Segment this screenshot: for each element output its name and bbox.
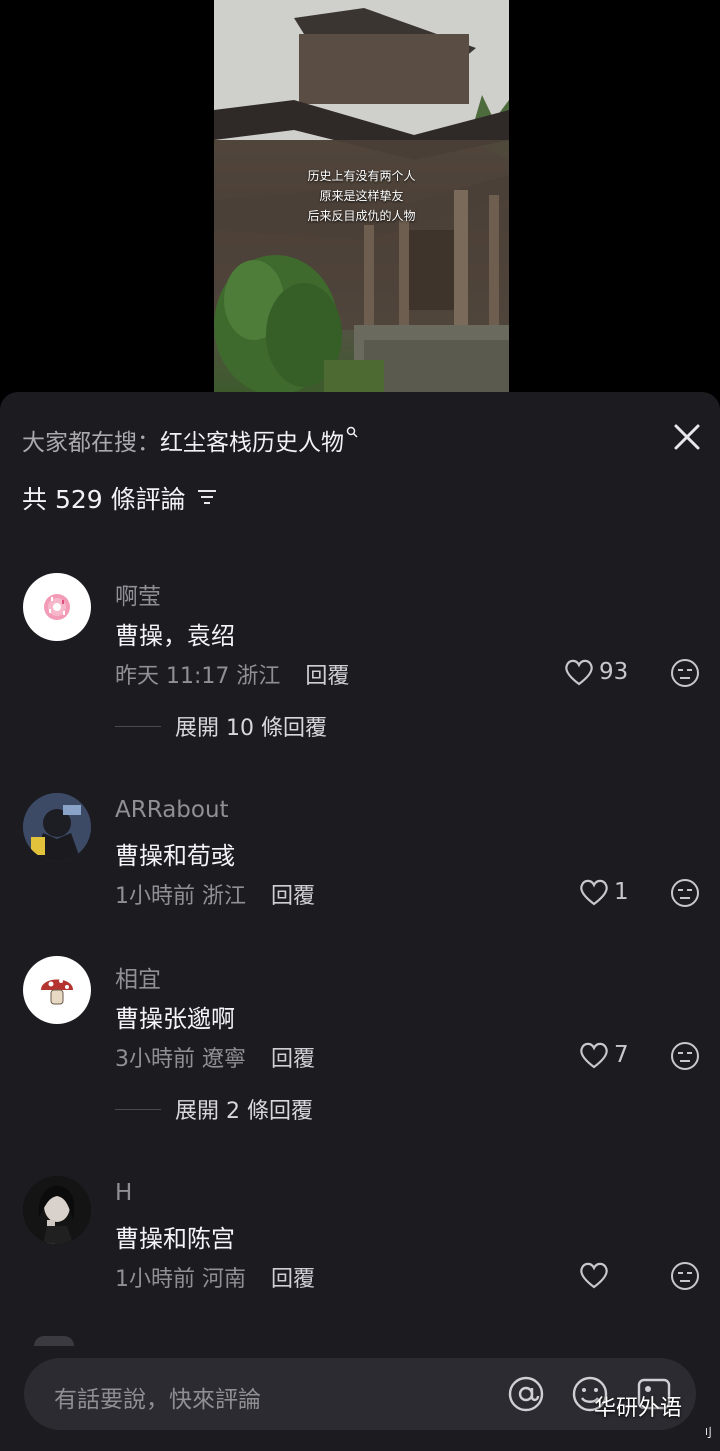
avatar[interactable] <box>23 1176 91 1244</box>
heart-icon <box>580 879 608 906</box>
avatar[interactable] <box>23 573 91 641</box>
heart-icon <box>580 1262 608 1289</box>
like-count: 7 <box>614 1042 629 1068</box>
avatar <box>34 1336 74 1346</box>
like-button[interactable]: 7 <box>578 1040 629 1070</box>
comment-meta: 1小時前 河南 回覆 <box>115 1261 315 1293</box>
reply-button[interactable]: 回覆 <box>271 1267 315 1292</box>
heart-icon <box>565 659 593 686</box>
unamused-face-icon <box>671 1042 699 1070</box>
comment-sheet <box>0 392 720 1451</box>
unamused-face-icon <box>671 1262 699 1290</box>
trending-search-term[interactable]: 红尘客栈历史人物 <box>160 423 344 457</box>
like-count: 1 <box>614 879 629 905</box>
reply-button[interactable]: 回覆 <box>271 884 315 909</box>
dislike-button[interactable] <box>670 878 700 908</box>
divider <box>115 725 161 727</box>
dislike-button[interactable] <box>670 1041 700 1071</box>
close-button[interactable] <box>670 420 704 454</box>
trending-search[interactable]: 大家都在搜： 红尘客栈历史人物 <box>22 423 358 457</box>
unamused-face-icon <box>671 879 699 907</box>
comment-time: 昨天 11:17 <box>115 664 230 689</box>
comment-text[interactable]: 曹操和陈宫 <box>115 1219 235 1254</box>
avatar[interactable] <box>23 956 91 1024</box>
comment-count: 共 529 條評論 <box>22 485 186 514</box>
dislike-button[interactable] <box>670 658 700 688</box>
comment-text[interactable]: 曹操，袁绍 <box>115 616 235 651</box>
comment-time: 3小時前 <box>115 1047 195 1072</box>
video-preview[interactable]: 历史上有没有两个人 原来是这样挚友 后来反目成仇的人物 <box>214 0 509 392</box>
anime-character-avatar <box>23 793 91 861</box>
caption-line: 原来是这样挚友 <box>319 189 404 203</box>
video-caption: 历史上有没有两个人 原来是这样挚友 后来反目成仇的人物 <box>214 166 509 226</box>
comment-location: 浙江 <box>236 664 281 689</box>
expand-replies-label: 展開 10 條回覆 <box>175 716 327 741</box>
watermark-fragment: 刂 <box>700 1426 713 1440</box>
comment-username[interactable]: 相宜 <box>115 960 161 994</box>
comment-location: 浙江 <box>202 884 247 909</box>
comment-location: 河南 <box>202 1267 247 1292</box>
divider <box>115 1108 161 1110</box>
avatar[interactable] <box>23 793 91 861</box>
comment-text[interactable]: 曹操和荀彧 <box>115 836 235 871</box>
like-button[interactable]: 1 <box>578 877 629 907</box>
reply-button[interactable]: 回覆 <box>305 664 349 689</box>
comment-username[interactable]: ARRabout <box>115 797 229 823</box>
expand-replies-button[interactable]: 展開 2 條回覆 <box>115 1093 313 1125</box>
comment-count-header: 共 529 條評論 <box>22 482 218 514</box>
like-count: 93 <box>599 659 629 685</box>
dislike-button[interactable] <box>670 1261 700 1291</box>
comment-time: 1小時前 <box>115 884 195 909</box>
comment-input[interactable]: 有話要說，快來評論 <box>54 1380 261 1414</box>
at-sign-icon <box>508 1376 544 1412</box>
caption-line: 历史上有没有两个人 <box>307 169 416 183</box>
portrait-avatar <box>23 1176 91 1244</box>
search-icon <box>346 426 358 442</box>
comment-username[interactable]: 啊莹 <box>115 577 161 611</box>
comment-text[interactable]: 曹操张邈啊 <box>115 999 235 1034</box>
comment-location: 遼寧 <box>202 1047 247 1072</box>
comment-time: 1小時前 <box>115 1267 195 1292</box>
donut-icon <box>44 594 70 620</box>
caption-line: 后来反目成仇的人物 <box>307 209 416 223</box>
mushroom-icon <box>41 979 73 1005</box>
comment-meta: 3小時前 遼寧 回覆 <box>115 1041 315 1073</box>
expand-replies-label: 展開 2 條回覆 <box>175 1099 313 1124</box>
expand-replies-button[interactable]: 展開 10 條回覆 <box>115 710 327 742</box>
watermark: 华研外语 <box>594 1396 683 1421</box>
like-button[interactable] <box>578 1260 614 1290</box>
comment-meta: 昨天 11:17 浙江 回覆 <box>115 658 349 690</box>
comment-meta: 1小時前 浙江 回覆 <box>115 878 315 910</box>
close-icon <box>674 424 700 450</box>
reply-button[interactable]: 回覆 <box>271 1047 315 1072</box>
mention-button[interactable] <box>506 1374 546 1418</box>
unamused-face-icon <box>671 659 699 687</box>
trending-search-prefix: 大家都在搜： <box>22 430 160 456</box>
comment-username[interactable]: H <box>115 1180 132 1206</box>
heart-icon <box>580 1042 608 1069</box>
like-button[interactable]: 93 <box>563 657 628 687</box>
sort-filter-icon[interactable] <box>196 484 218 513</box>
